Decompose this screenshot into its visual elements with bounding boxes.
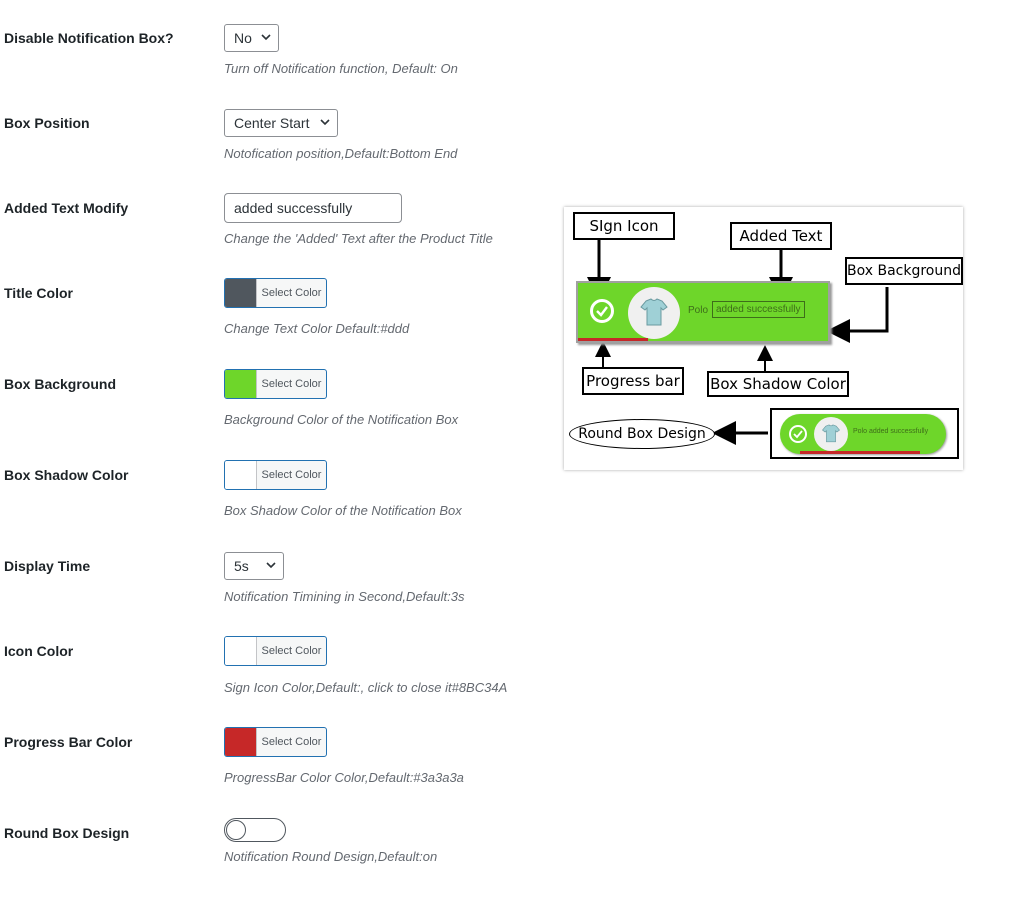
box-shadow-color-button[interactable]: Select Color xyxy=(224,460,327,490)
setting-display-time: Display Time 5s Notification Timining in… xyxy=(0,532,560,617)
setting-progress-bar-color: Progress Bar Color Select Color Progress… xyxy=(0,708,560,798)
callout-added-text: Added Text xyxy=(730,222,832,250)
color-swatch xyxy=(225,728,257,756)
setting-description: Turn off Notification function, Default:… xyxy=(224,61,458,76)
setting-label: Display Time xyxy=(4,558,91,574)
setting-label: Box Position xyxy=(4,115,90,131)
notification-added-text: added successfully xyxy=(712,301,805,318)
callout-round-box-design: Round Box Design xyxy=(569,419,715,449)
round-notification-box-sample: Polo added successfully xyxy=(780,414,946,454)
progress-bar xyxy=(800,451,920,454)
box-position-select[interactable]: Center Start xyxy=(224,109,338,137)
setting-label: Round Box Design xyxy=(4,825,130,841)
setting-box-background: Box Background Select Color Background C… xyxy=(0,350,560,440)
icon-color-button[interactable]: Select Color xyxy=(224,636,327,666)
select-color-label: Select Color xyxy=(261,736,322,748)
product-thumbnail xyxy=(814,417,848,451)
display-time-select[interactable]: 5s xyxy=(224,552,284,580)
disable-notification-select[interactable]: No xyxy=(224,24,279,52)
color-swatch xyxy=(225,637,257,665)
setting-disable-notification: Disable Notification Box? No Turn off No… xyxy=(0,0,560,90)
callout-progress-bar: Progress bar xyxy=(582,367,684,395)
notification-box-sample: Polo added successfully xyxy=(576,281,830,343)
callout-sign-icon: SIgn Icon xyxy=(573,212,675,240)
select-color-label: Select Color xyxy=(261,645,322,657)
setting-box-shadow-color: Box Shadow Color Select Color Box Shadow… xyxy=(0,441,560,531)
progress-bar-color-button[interactable]: Select Color xyxy=(224,727,327,757)
setting-box-position: Box Position Center Start Notofication p… xyxy=(0,90,560,175)
setting-description: Notification Timining in Second,Default:… xyxy=(224,589,465,604)
chevron-down-icon xyxy=(266,562,276,569)
notification-preview-image: SIgn Icon Added Text Box Background Polo… xyxy=(564,207,963,470)
progress-bar xyxy=(578,338,648,341)
product-thumbnail xyxy=(628,287,680,339)
color-swatch xyxy=(225,461,257,489)
shirt-icon xyxy=(640,298,668,326)
setting-description: Notofication position,Default:Bottom End xyxy=(224,146,458,161)
select-color-label: Select Color xyxy=(261,469,322,481)
color-swatch xyxy=(225,370,257,398)
setting-description: Notification Round Design,Default:on xyxy=(224,849,438,864)
callout-box-background: Box Background xyxy=(845,257,963,285)
setting-description: Sign Icon Color,Default:, click to close… xyxy=(224,680,508,695)
added-text-input[interactable]: added successfully xyxy=(224,193,402,223)
round-box-sample-frame: Polo added successfully xyxy=(770,408,959,459)
select-value: No xyxy=(234,30,252,46)
setting-label: Disable Notification Box? xyxy=(4,30,174,46)
check-icon xyxy=(789,425,807,443)
setting-description: ProgressBar Color Color,Default:#3a3a3a xyxy=(224,770,464,785)
setting-label: Box Background xyxy=(4,376,117,392)
select-color-label: Select Color xyxy=(261,287,322,299)
setting-label: Added Text Modify xyxy=(4,200,129,216)
setting-added-text: Added Text Modify added successfully Cha… xyxy=(0,175,560,260)
notification-title: Polo xyxy=(688,305,709,316)
setting-label: Progress Bar Color xyxy=(4,734,133,750)
select-value: 5s xyxy=(234,558,249,574)
setting-description: Background Color of the Notification Box xyxy=(224,412,459,427)
shirt-icon xyxy=(822,424,840,443)
select-color-label: Select Color xyxy=(261,378,322,390)
setting-icon-color: Icon Color Select Color Sign Icon Color,… xyxy=(0,617,560,707)
setting-description: Change Text Color Default:#ddd xyxy=(224,321,410,336)
setting-round-box-design: Round Box Design Notification Round Desi… xyxy=(0,799,560,879)
setting-description: Change the 'Added' Text after the Produc… xyxy=(224,231,493,246)
select-value: Center Start xyxy=(234,115,310,131)
setting-label: Box Shadow Color xyxy=(4,467,129,483)
box-background-color-button[interactable]: Select Color xyxy=(224,369,327,399)
round-box-design-toggle[interactable] xyxy=(224,818,286,842)
title-color-button[interactable]: Select Color xyxy=(224,278,327,308)
callout-box-shadow-color: Box Shadow Color xyxy=(707,371,849,397)
toggle-knob xyxy=(226,820,246,840)
chevron-down-icon xyxy=(320,119,330,126)
setting-description: Box Shadow Color of the Notification Box xyxy=(224,503,462,518)
round-notification-text: Polo added successfully xyxy=(853,428,929,435)
color-swatch xyxy=(225,279,257,307)
setting-label: Icon Color xyxy=(4,643,74,659)
setting-label: Title Color xyxy=(4,285,73,301)
check-icon xyxy=(590,299,614,323)
setting-title-color: Title Color Select Color Change Text Col… xyxy=(0,260,560,350)
chevron-down-icon xyxy=(261,34,271,41)
